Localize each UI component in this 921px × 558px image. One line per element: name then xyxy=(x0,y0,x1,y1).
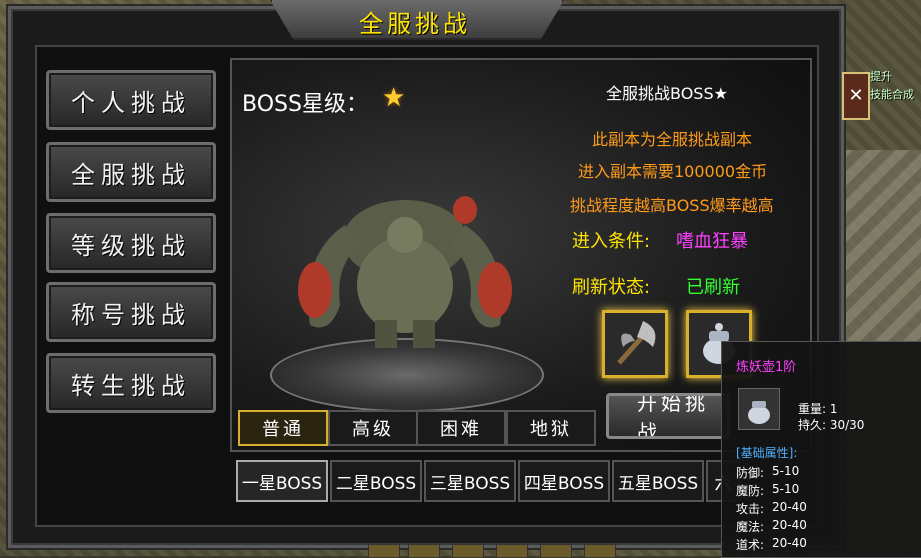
tier-two-star[interactable]: 二星BOSS xyxy=(330,460,422,502)
demon-pot-icon xyxy=(748,401,770,424)
start-challenge-button[interactable]: 开始挑战 xyxy=(606,393,730,439)
skill-slot[interactable] xyxy=(408,544,440,557)
nav-rebirth-challenge[interactable]: 转生挑战 xyxy=(46,353,216,413)
attr-label: 魔法: xyxy=(736,520,765,534)
star-icon: ★ xyxy=(382,83,406,113)
skill-slot[interactable] xyxy=(496,544,528,557)
side-skill-combine-label[interactable]: 技能合成 xyxy=(870,86,914,102)
difficulty-hell[interactable]: 地狱 xyxy=(506,410,596,446)
condition-value: 嗜血狂暴 xyxy=(676,231,748,252)
tooltip-durability: 持久: 30/30 xyxy=(798,418,865,432)
condition-label: 进入条件: xyxy=(572,231,651,252)
info-title: 全服挑战BOSS★ xyxy=(606,84,728,103)
attr-value: 5-10 xyxy=(772,482,800,496)
side-panel-button[interactable]: ✕ xyxy=(842,72,870,120)
tier-four-star[interactable]: 四星BOSS xyxy=(518,460,610,502)
attr-label: 攻击: xyxy=(736,502,765,516)
skill-slot[interactable] xyxy=(540,544,572,557)
tooltip-weight: 重量: 1 xyxy=(798,402,838,416)
tier-one-star[interactable]: 一星BOSS xyxy=(236,460,328,502)
refresh-label: 刷新状态: xyxy=(572,277,651,298)
attr-label: 防御: xyxy=(736,466,765,480)
tooltip-item-icon xyxy=(738,388,780,430)
difficulty-hard[interactable]: 困难 xyxy=(416,410,506,446)
axe-icon xyxy=(617,321,656,365)
boss-star-label: BOSS星级： xyxy=(242,92,368,117)
info-line: 进入副本需要100000金币 xyxy=(578,162,768,181)
attr-value: 5-10 xyxy=(772,464,800,478)
attr-label: 道术: xyxy=(736,538,765,552)
info-line: 挑战程度越高BOSS爆率越高 xyxy=(570,196,774,215)
difficulty-advanced[interactable]: 高级 xyxy=(328,410,418,446)
side-upgrade-label: 提升 xyxy=(870,70,892,83)
nav-title-challenge[interactable]: 称号挑战 xyxy=(46,282,216,342)
close-icon: ✕ xyxy=(848,85,864,106)
attr-label: 魔防: xyxy=(736,484,765,498)
skill-slot[interactable] xyxy=(452,544,484,557)
attr-value: 20-40 xyxy=(772,518,807,532)
difficulty-normal[interactable]: 普通 xyxy=(238,410,328,446)
refresh-value: 已刷新 xyxy=(686,277,740,298)
skill-slot[interactable] xyxy=(584,544,616,557)
attr-value: 20-40 xyxy=(772,536,807,550)
nav-server-challenge[interactable]: 全服挑战 xyxy=(46,142,216,202)
skill-slot[interactable] xyxy=(368,544,400,557)
reward-axe-slot[interactable] xyxy=(602,310,668,378)
window-title: 全服挑战 xyxy=(359,10,471,38)
tooltip-attr-header: [基础属性]: xyxy=(736,446,798,460)
nav-level-challenge[interactable]: 等级挑战 xyxy=(46,213,216,273)
boss-figure xyxy=(298,196,512,348)
attr-value: 20-40 xyxy=(772,500,807,514)
tier-five-star[interactable]: 五星BOSS xyxy=(612,460,704,502)
item-tooltip: 炼妖壶1阶 重量: 1 持久: 30/30 [基础属性]: 防御: 5-10 魔… xyxy=(721,341,921,558)
nav-personal-challenge[interactable]: 个人挑战 xyxy=(46,70,216,130)
info-line: 此副本为全服挑战副本 xyxy=(592,130,753,149)
tier-three-star[interactable]: 三星BOSS xyxy=(424,460,516,502)
tooltip-item-name: 炼妖壶1阶 xyxy=(736,360,797,375)
